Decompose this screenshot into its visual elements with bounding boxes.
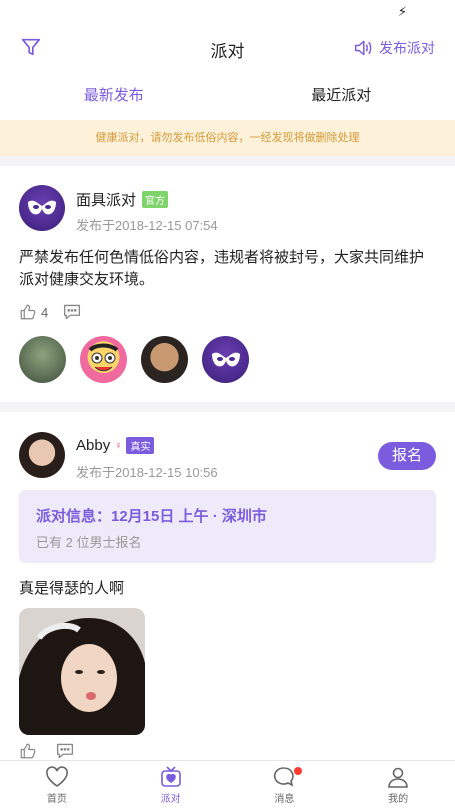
post-time: 发布于2018-12-15 10:56	[76, 465, 218, 480]
post-content: 真是得瑟的人啊	[19, 580, 125, 597]
participant-avatar[interactable]	[80, 336, 127, 383]
female-icon: ♀	[114, 439, 123, 452]
speaker-icon	[354, 40, 372, 56]
tab-latest[interactable]: 最新发布	[0, 72, 228, 120]
party-signup-count: 已有 2 位男士报名	[36, 535, 142, 550]
comment-icon[interactable]	[55, 742, 75, 760]
tab-messages-label: 消息	[274, 794, 295, 805]
unread-dot	[293, 767, 302, 775]
charging-icon: ⚡	[397, 4, 407, 19]
author-name[interactable]: Abby	[76, 437, 110, 454]
tab-me[interactable]: 我的	[341, 761, 455, 809]
tab-home[interactable]: 首页	[0, 761, 114, 809]
author-name[interactable]: 面具派对	[76, 189, 136, 210]
post-card[interactable]: Abby ♀ 真实 发布于2018-12-15 10:56 报名 派对信息：12…	[0, 412, 455, 762]
mask-icon	[211, 352, 240, 366]
participant-avatar[interactable]	[202, 336, 249, 383]
cartoon-face-icon	[88, 343, 119, 372]
participant-avatar[interactable]	[19, 336, 66, 383]
tab-home-label: 首页	[46, 794, 67, 805]
post-card[interactable]: 面具派对 官方 发布于2018-12-15 07:54 严禁发布任何色情低俗内容…	[0, 166, 455, 402]
feed-tabs: 最新发布 最近派对	[0, 72, 455, 120]
party-info-box[interactable]: 派对信息：12月15日 上午 · 深圳市 已有 2 位男士报名	[19, 490, 436, 563]
tab-me-label: 我的	[388, 794, 409, 805]
portrait-photo	[19, 608, 145, 735]
like-count: 4	[41, 304, 49, 320]
official-badge: 官方	[142, 191, 169, 208]
party-tv-icon	[160, 766, 181, 787]
publish-party-label: 发布派对	[379, 40, 435, 56]
person-icon	[388, 767, 408, 788]
avatar[interactable]	[19, 185, 65, 231]
participants-list	[19, 336, 263, 383]
party-info-title: 派对信息：12月15日 上午 · 深圳市	[36, 508, 267, 525]
comment-icon[interactable]	[62, 303, 82, 321]
participant-avatar[interactable]	[141, 336, 188, 383]
post-photo[interactable]	[19, 608, 145, 735]
chat-bubble-icon	[274, 767, 295, 787]
heart-icon	[45, 766, 68, 787]
bottom-tab-bar: 首页 派对 消息 我的	[0, 760, 455, 809]
signup-button[interactable]: 报名	[378, 442, 436, 470]
like-icon[interactable]	[19, 742, 37, 760]
publish-party-button[interactable]: 发布派对	[353, 38, 435, 58]
like-icon[interactable]	[19, 303, 37, 321]
verified-badge: 真实	[126, 437, 155, 454]
tab-messages[interactable]: 消息	[228, 761, 342, 809]
status-bar: ⚡	[0, 0, 455, 24]
notice-banner: 健康派对，请勿发布低俗内容，一经发现将做删除处理	[0, 120, 455, 156]
tab-recent[interactable]: 最近派对	[228, 72, 455, 120]
mask-icon	[28, 200, 56, 215]
post-content: 严禁发布任何色情低俗内容，违规者将被封号，大家共同维护派对健康交友环境。	[19, 249, 425, 288]
tab-party-label: 派对	[160, 794, 181, 805]
tab-party[interactable]: 派对	[114, 761, 228, 809]
avatar[interactable]	[19, 432, 65, 478]
post-time: 发布于2018-12-15 07:54	[76, 218, 218, 233]
nav-bar: 派对 发布派对	[0, 24, 455, 72]
